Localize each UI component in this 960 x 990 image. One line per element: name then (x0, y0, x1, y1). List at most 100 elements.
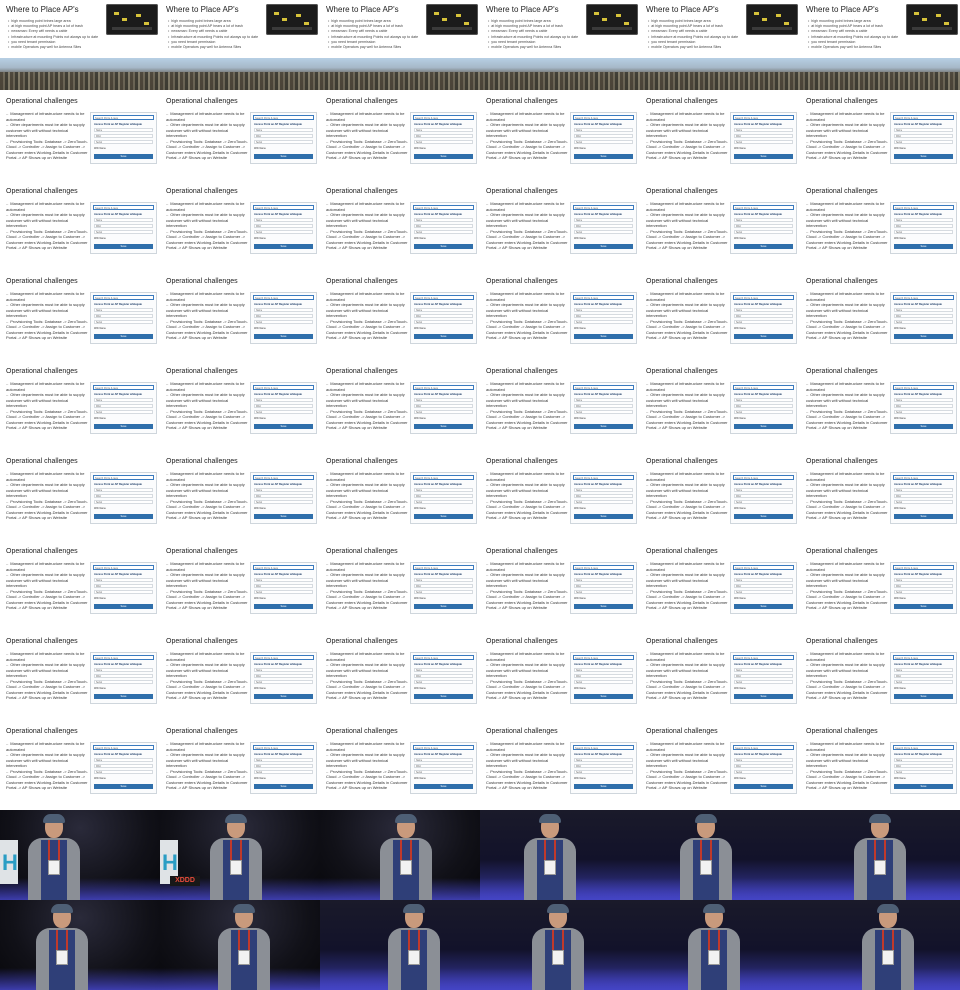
name-field: Name (734, 398, 793, 402)
provisioning-form-screenshot: Search Ports & tags Access Point an AP R… (890, 472, 957, 524)
bullet-list: Management of infrastructure needs to be… (326, 651, 408, 701)
bullet-item: Management of infrastructure needs to be… (646, 651, 728, 662)
bullet-list: Management of infrastructure needs to be… (806, 471, 888, 521)
cap (695, 814, 717, 823)
mac-field: MAC (94, 314, 153, 318)
bullet-list: Management of infrastructure needs to be… (646, 201, 728, 251)
name-field: Name (94, 488, 153, 492)
provisioning-form-screenshot: Search Ports & tags Access Point an AP R… (570, 472, 637, 524)
bullet-list: Management of infrastructure needs to be… (6, 741, 88, 791)
search-input: Search Ports & tags (893, 115, 954, 120)
bullet-list: Management of infrastructure needs to be… (486, 471, 568, 521)
name-field: Name (894, 128, 953, 132)
save-button: Save (734, 604, 793, 609)
wifi-name-label: WiFi Name (94, 687, 106, 690)
speaker-frame (800, 810, 960, 900)
bullet-item: Provisioning Tools: Database -> ZeroTouc… (6, 229, 88, 251)
name-field: Name (254, 308, 313, 312)
mac-field: MAC (414, 764, 473, 768)
speaker (32, 904, 92, 990)
form-heading: Access Point an AP Register whitegate (574, 753, 622, 756)
save-button: Save (574, 784, 633, 789)
search-input: Search Ports & tags (733, 115, 794, 120)
form-heading: Access Point an AP Register whitegate (734, 663, 782, 666)
mac-field: MAC (734, 494, 793, 498)
bullet-item: Management of infrastructure needs to be… (486, 381, 568, 392)
serial-field: Serial (414, 590, 473, 594)
bullet-list: Management of infrastructure needs to be… (166, 561, 248, 611)
bullet-item: Provisioning Tools: Database -> ZeroTouc… (486, 319, 568, 341)
save-button: Save (894, 334, 953, 339)
wifi-name-label: WiFi Name (94, 597, 106, 600)
bullet-list: Management of infrastructure needs to be… (646, 651, 728, 701)
bullet-list: Management of infrastructure needs to be… (6, 381, 88, 431)
slide-title: Operational challenges (486, 548, 558, 555)
serial-field: Serial (94, 770, 153, 774)
search-input: Search Ports & tags (733, 565, 794, 570)
bullet-item: Management of infrastructure needs to be… (6, 291, 88, 302)
provisioning-form-screenshot: Search Ports & tags Access Point an AP R… (250, 292, 317, 344)
serial-field: Serial (894, 770, 953, 774)
bullet-item: Management of infrastructure needs to be… (806, 201, 888, 212)
bullet-item: Other departments must be able to supply… (6, 212, 88, 229)
search-input: Search Ports & tags (93, 655, 154, 660)
slide-title: Operational challenges (806, 548, 878, 555)
name-field: Name (94, 758, 153, 762)
form-heading: Access Point an AP Register whitegate (894, 483, 942, 486)
cap (403, 904, 425, 913)
bullet-item: Provisioning Tools: Database -> ZeroTouc… (326, 409, 408, 431)
mac-field: MAC (254, 494, 313, 498)
name-badge (48, 860, 60, 875)
port-light (922, 18, 927, 21)
device-bar (272, 27, 312, 30)
name-badge (56, 950, 68, 965)
bullet-item: Management of infrastructure needs to be… (646, 381, 728, 392)
form-heading: Access Point an AP Register whitegate (734, 573, 782, 576)
bullet-item: Other departments must be able to supply… (806, 572, 888, 589)
port-light (602, 18, 607, 21)
form-heading: Access Point an AP Register whitegate (94, 393, 142, 396)
bullet-item: Provisioning Tools: Database -> ZeroTouc… (166, 319, 248, 341)
provisioning-form-screenshot: Search Ports & tags Access Point an AP R… (410, 652, 477, 704)
bullet-item: Management of infrastructure needs to be… (806, 561, 888, 572)
bullet-item: Other departments must be able to supply… (806, 392, 888, 409)
name-field: Name (894, 218, 953, 222)
mac-field: MAC (94, 674, 153, 678)
wifi-name-label: WiFi Name (254, 327, 266, 330)
provisioning-form-screenshot: Search Ports & tags Access Point an AP R… (90, 652, 157, 704)
mac-field: MAC (254, 764, 313, 768)
mac-field: MAC (574, 764, 633, 768)
bullet-item: Management of infrastructure needs to be… (6, 381, 88, 392)
slide-operational-challenges: Operational challenges Management of inf… (160, 360, 320, 450)
save-button: Save (574, 244, 633, 249)
slide-title: Operational challenges (486, 188, 558, 195)
bullet-item: Management of infrastructure needs to be… (326, 561, 408, 572)
slide-operational-challenges: Operational challenges Management of inf… (800, 540, 960, 630)
name-field: Name (734, 758, 793, 762)
speaker-frame (480, 810, 640, 900)
save-button: Save (734, 784, 793, 789)
slide-operational-challenges: Operational challenges Management of inf… (0, 720, 160, 810)
provisioning-form-screenshot: Search Ports & tags Access Point an AP R… (90, 112, 157, 164)
lanyard (238, 930, 250, 950)
search-input: Search Ports & tags (413, 295, 474, 300)
provisioning-form-screenshot: Search Ports & tags Access Point an AP R… (570, 292, 637, 344)
form-heading: Access Point an AP Register whitegate (94, 483, 142, 486)
bullet-item: Provisioning Tools: Database -> ZeroTouc… (6, 319, 88, 341)
provisioning-form-screenshot: Search Ports & tags Access Point an AP R… (570, 112, 637, 164)
provisioning-form-screenshot: Search Ports & tags Access Point an AP R… (570, 562, 637, 614)
name-field: Name (254, 488, 313, 492)
bullet-item: Management of infrastructure needs to be… (326, 651, 408, 662)
serial-field: Serial (254, 680, 313, 684)
skyline-buildings (0, 72, 160, 90)
slide-where-to-place-aps: Where to Place AP's high mounting point … (640, 0, 800, 90)
serial-field: Serial (574, 320, 633, 324)
wifi-name-label: WiFi Name (94, 147, 106, 150)
form-heading: Access Point an AP Register whitegate (254, 393, 302, 396)
bullet-list: Management of infrastructure needs to be… (646, 561, 728, 611)
city-skyline-photo (800, 58, 960, 90)
slide-title: Operational challenges (806, 188, 878, 195)
bullet-item: mobile Operators pay well for Antenna Si… (808, 45, 908, 50)
bullet-item: Management of infrastructure needs to be… (166, 291, 248, 302)
bullet-item: Provisioning Tools: Database -> ZeroTouc… (6, 139, 88, 161)
